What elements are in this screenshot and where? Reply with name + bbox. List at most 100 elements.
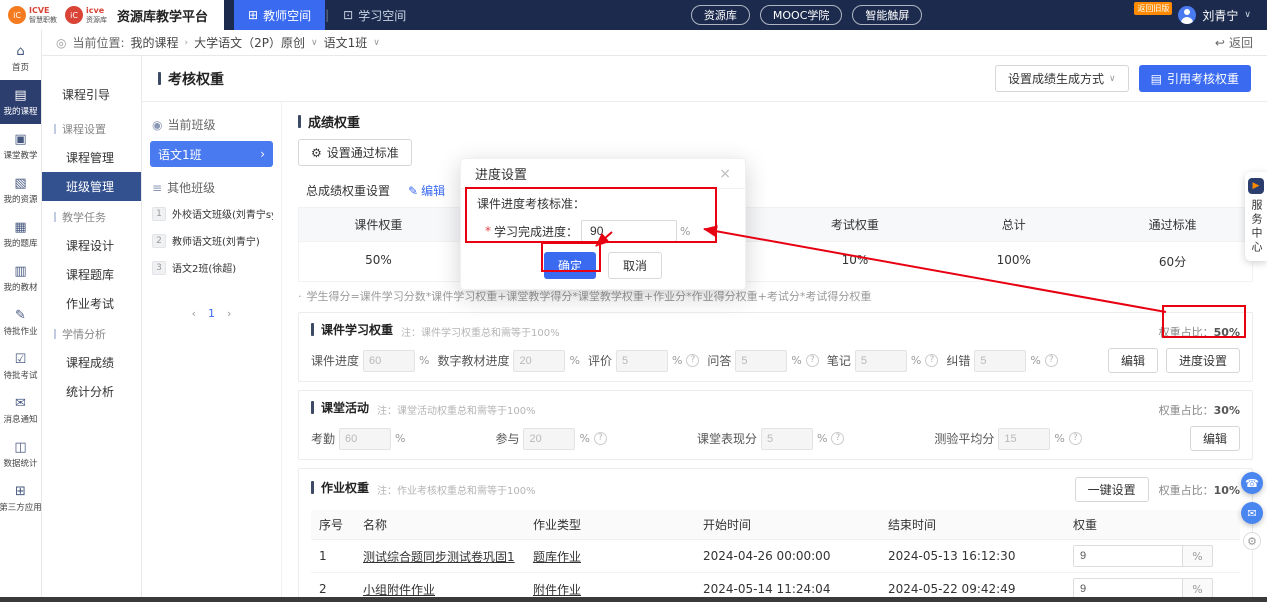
homework-ratio: 权重占比：10% <box>1159 482 1240 498</box>
grade-col-value: 50% <box>299 242 458 281</box>
support-float-button[interactable]: ☎ <box>1241 472 1263 494</box>
pager-current-page[interactable]: 1 <box>208 307 215 320</box>
logo2-top-text: icve <box>86 6 107 15</box>
menu-item-homework-exam[interactable]: 作业考试 <box>42 289 141 318</box>
sidebar-item-classroom-teaching[interactable]: ▣课堂教学 <box>0 124 41 168</box>
learning-space-icon: ⊡ <box>343 8 353 22</box>
sidebar-item-third-party-apps[interactable]: ⊞第三方应用 <box>0 476 41 520</box>
feedback-float-button[interactable]: ✉ <box>1241 502 1263 524</box>
score-formula-note: ·学生得分=课件学习分数*课件学习权重+课堂教学得分*课堂教学权重+作业分*作业… <box>298 288 1253 304</box>
courseware-edit-button[interactable]: 编辑 <box>1108 348 1158 373</box>
logo1-bottom-text: 智慧职教 <box>29 16 57 24</box>
menu-item-course-manage[interactable]: 课程管理 <box>42 143 141 172</box>
bottom-edge-strip <box>0 597 1267 602</box>
pager-next-icon[interactable]: › <box>227 307 231 320</box>
class-panel: ◉当前班级 语文1班› ≡其他班级 1外校语文班级(刘青宁sy) 2教师语文班(… <box>142 102 282 597</box>
chevron-down-icon: ∨ <box>1109 73 1116 84</box>
total-weight-row: 总成绩权重设置 ✎编辑 <box>298 182 1253 199</box>
resource-library-link[interactable]: 资源库 <box>691 5 750 25</box>
sidebar-item-my-resources[interactable]: ▧我的资源 <box>0 168 41 212</box>
learning-progress-label: 学习完成进度： <box>494 223 578 240</box>
breadcrumb-course[interactable]: 大学语文（2P）原创 <box>194 34 305 51</box>
total-weight-edit-link[interactable]: ✎编辑 <box>408 182 445 199</box>
course-dropdown-icon[interactable]: ∨ <box>311 38 318 48</box>
class-list-item[interactable]: 1外校语文班级(刘青宁sy) <box>150 200 273 227</box>
menu-item-course-question-bank[interactable]: 课程题库 <box>42 260 141 289</box>
location-icon: ◎ <box>56 36 66 50</box>
grade-weight-area: 成绩权重 ⚙设置通过标准 总成绩权重设置 ✎编辑 课件权重 考试权重 总计 通过… <box>282 102 1267 597</box>
classroom-teaching-icon: ▣ <box>14 132 26 147</box>
menu-item-stat-analysis[interactable]: 统计分析 <box>42 377 141 406</box>
icve-zhihuizhijiao-logo: iC ICVE智慧职教 <box>8 6 57 24</box>
teacher-space-tab[interactable]: ⊞ 教师空间 <box>234 0 325 30</box>
mail-icon: ✉ <box>1247 507 1256 520</box>
grade-generation-mode-button[interactable]: 设置成绩生成方式∨ <box>995 65 1129 92</box>
attendance-input <box>339 428 391 450</box>
digital-textbook-progress-input <box>513 350 565 372</box>
participation-input <box>523 428 575 450</box>
top-links: 资源库 MOOC学院 智能触屏 <box>691 5 923 25</box>
sidebar-item-my-textbooks[interactable]: ▥我的教材 <box>0 256 41 300</box>
sidebar-item-my-question-bank[interactable]: ▦我的题库 <box>0 212 41 256</box>
breadcrumb-root[interactable]: 我的课程 <box>131 34 179 51</box>
logo2-bottom-text: 资源库 <box>86 16 107 24</box>
settings-float-button[interactable]: ⚙ <box>1243 532 1261 550</box>
homework-name-link[interactable]: 小组附件作业 <box>355 573 525 598</box>
mooc-academy-link[interactable]: MOOC学院 <box>760 5 843 25</box>
class-list-item[interactable]: 3语文2班(徐超) <box>150 254 273 281</box>
user-name[interactable]: 刘青宁 <box>1202 7 1238 24</box>
avatar[interactable] <box>1178 6 1196 24</box>
learning-progress-input[interactable] <box>581 220 677 242</box>
grade-weight-title: 成绩权重 <box>298 112 1253 131</box>
back-button[interactable]: ↩ 返回 <box>1215 34 1253 51</box>
quote-assessment-weight-button[interactable]: ▤引用考核权重 <box>1139 65 1251 92</box>
sidebar-item-my-courses[interactable]: ▤我的课程 <box>0 80 41 124</box>
class-list-item[interactable]: 2教师语文班(刘青宁) <box>150 227 273 254</box>
courseware-ratio: 权重占比：50% <box>1159 324 1240 340</box>
sidebar-item-home[interactable]: ⌂首页 <box>0 36 41 80</box>
classroom-activity-title: 课堂活动 <box>311 399 369 416</box>
chevron-right-icon: › <box>260 147 265 161</box>
phone-icon: ☎ <box>1245 477 1259 490</box>
sidebar-item-data-stats[interactable]: ◫数据统计 <box>0 432 41 476</box>
close-icon[interactable]: × <box>719 166 731 182</box>
user-badge[interactable]: 返回旧版 <box>1134 2 1172 15</box>
confirm-button[interactable]: 确定 <box>544 252 596 279</box>
menu-item-course-design[interactable]: 课程设计 <box>42 231 141 260</box>
logo1-top-text: ICVE <box>29 6 57 15</box>
classroom-activity-note: 注：课堂活动权重总和需等于100% <box>377 402 536 417</box>
homework-weight-input[interactable] <box>1073 578 1183 597</box>
progress-settings-modal: 进度设置 × 课件进度考核标准： * 学习完成进度： % 确定 取消 <box>460 158 746 290</box>
class-dropdown-icon[interactable]: ∨ <box>373 38 380 48</box>
classroom-edit-button[interactable]: 编辑 <box>1190 426 1240 451</box>
one-click-setup-button[interactable]: 一键设置 <box>1075 477 1149 502</box>
evaluation-field: 评价%? <box>588 350 699 372</box>
set-pass-standard-button[interactable]: ⚙设置通过标准 <box>298 139 412 166</box>
menu-item-class-manage[interactable]: 班级管理 <box>42 172 141 201</box>
home-icon: ⌂ <box>16 44 24 59</box>
user-caret-icon[interactable]: ∨ <box>1244 10 1251 20</box>
cancel-button[interactable]: 取消 <box>608 252 662 279</box>
homework-table-header: 序号 名称 作业类型 开始时间 结束时间 权重 <box>311 510 1240 540</box>
grade-col-header: 考试权重 <box>775 208 934 242</box>
homework-weight-input[interactable] <box>1073 545 1183 567</box>
grade-col-value: 60分 <box>1093 242 1252 281</box>
courseware-weight-section: 课件学习权重 注：课件学习权重总和需等于100% 权重占比：50% 课件进度% … <box>298 312 1253 382</box>
breadcrumb-class[interactable]: 语文1班 <box>324 34 368 51</box>
sidebar-item-pending-homework[interactable]: ✎待批作业 <box>0 300 41 344</box>
learning-space-tab[interactable]: ⊡ 学习空间 <box>329 0 420 30</box>
menu-item-course-guide[interactable]: 课程引导 <box>42 80 141 113</box>
my-courses-icon: ▤ <box>14 88 26 103</box>
homework-row: 2 小组附件作业 附件作业 2024-05-14 11:24:04 2024-0… <box>311 573 1240 598</box>
homework-name-link[interactable]: 测试综合题同步测试卷巩固1 <box>355 540 525 573</box>
total-weight-label: 总成绩权重设置 <box>306 182 390 199</box>
sidebar-item-messages[interactable]: ✉消息通知 <box>0 388 41 432</box>
current-class-item[interactable]: 语文1班› <box>150 141 273 167</box>
menu-section-teaching-tasks: 教学任务 <box>42 201 141 231</box>
pager-prev-icon[interactable]: ‹ <box>192 307 196 320</box>
sidebar-item-pending-exams[interactable]: ☑待批考试 <box>0 344 41 388</box>
progress-settings-button[interactable]: 进度设置 <box>1166 348 1240 373</box>
smart-screen-link[interactable]: 智能触屏 <box>852 5 922 25</box>
service-side-tab[interactable]: ▶ 服务中心 <box>1245 172 1267 261</box>
menu-item-course-grades[interactable]: 课程成绩 <box>42 348 141 377</box>
